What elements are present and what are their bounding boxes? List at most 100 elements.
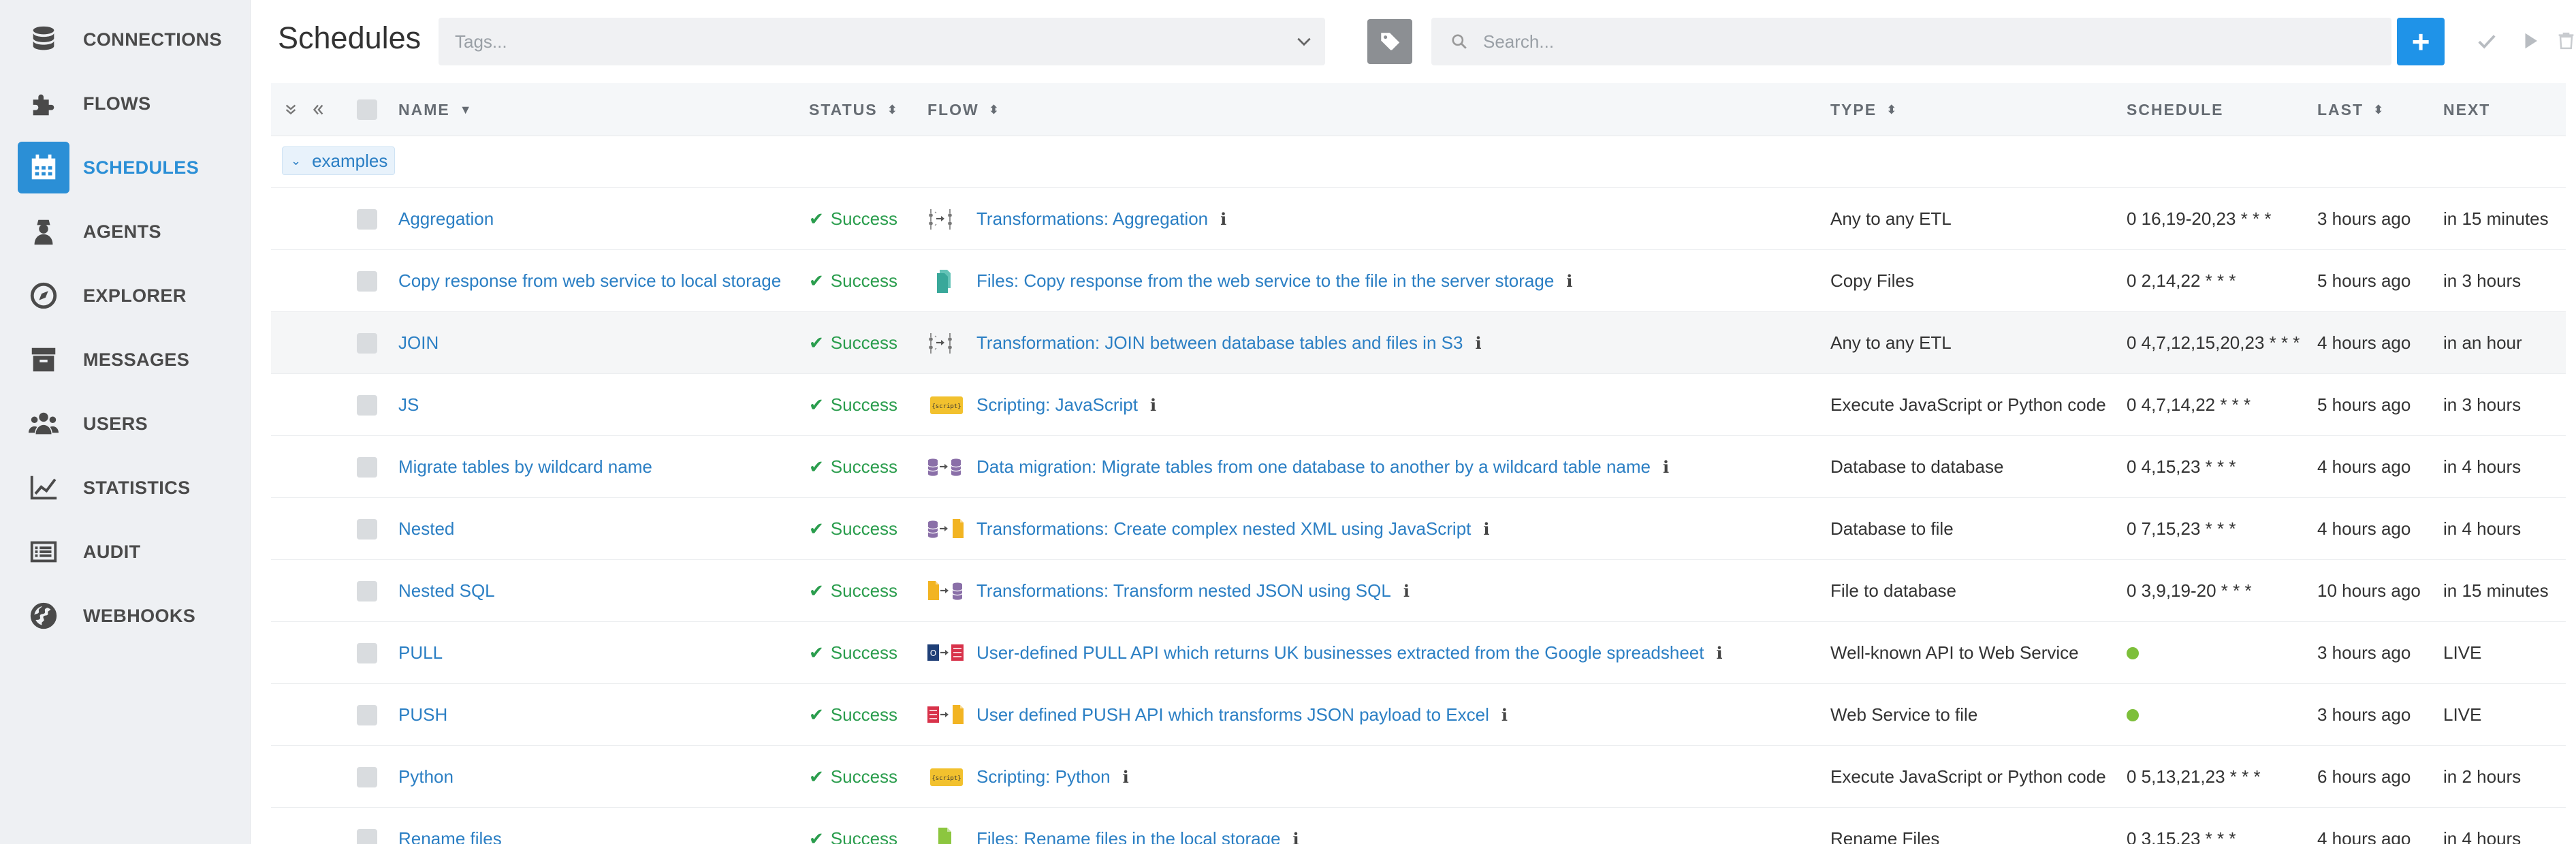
sidebar-item-users[interactable]: USERS	[10, 392, 250, 455]
flow-link[interactable]: User defined PUSH API which transforms J…	[976, 704, 1489, 725]
table-row[interactable]: JOIN ✔ Success Transformation: JOIN betwe…	[271, 312, 2566, 374]
info-icon[interactable]: i	[1501, 705, 1508, 725]
column-schedule[interactable]: SCHEDULE	[2127, 83, 2224, 136]
table-row[interactable]: PULL ✔ Success O User-defined PULL API wh…	[271, 622, 2566, 684]
check-icon[interactable]	[2472, 26, 2502, 56]
table-row[interactable]: Migrate tables by wildcard name ✔ Success…	[271, 436, 2566, 498]
next-run: in 2 hours	[2443, 766, 2522, 787]
schedule-name-link[interactable]: PULL	[398, 622, 443, 684]
last-run: 3 hours ago	[2317, 704, 2411, 725]
table-row[interactable]: Python ✔ Success {script} Scripting: Pyth…	[271, 746, 2566, 808]
last-run: 3 hours ago	[2317, 642, 2411, 663]
row-checkbox[interactable]	[357, 436, 377, 498]
info-icon[interactable]: i	[1123, 767, 1129, 787]
calendar-icon	[18, 142, 69, 193]
flow-link[interactable]: Files: Copy response from the web servic…	[976, 270, 1554, 292]
select-all-checkbox[interactable]	[357, 83, 377, 136]
schedule-name-link[interactable]: JS	[398, 374, 419, 436]
sidebar-item-agents[interactable]: AGENTS	[10, 200, 250, 263]
add-schedule-button[interactable]: +	[2397, 18, 2445, 65]
row-checkbox[interactable]	[357, 746, 377, 808]
schedule-name-link[interactable]: JOIN	[398, 312, 439, 374]
column-last[interactable]: LAST ⬍	[2317, 83, 2383, 136]
schedule-cell: 0 3,9,19-20 * * *	[2127, 560, 2252, 622]
schedule-name-link[interactable]: Aggregation	[398, 188, 494, 250]
flow-link[interactable]: Scripting: JavaScript	[976, 394, 1138, 416]
flow-link[interactable]: Scripting: Python	[976, 766, 1111, 787]
schedule-cell	[2127, 684, 2139, 746]
expand-all-icon[interactable]	[283, 83, 298, 136]
row-checkbox[interactable]	[357, 250, 377, 312]
column-flow[interactable]: FLOW ⬍	[927, 83, 999, 136]
sidebar-item-audit[interactable]: AUDIT	[10, 520, 250, 583]
flow-link[interactable]: Data migration: Migrate tables from one …	[976, 456, 1651, 478]
table-row[interactable]: Aggregation ✔ Success Transformations: Ag…	[271, 188, 2566, 250]
schedule-name-link[interactable]: Rename files	[398, 808, 502, 844]
schedule-name-link[interactable]: Python	[398, 746, 454, 808]
column-name[interactable]: NAME ▼	[398, 83, 472, 136]
flow-link[interactable]: User-defined PULL API which returns UK b…	[976, 642, 1704, 663]
table-row[interactable]: Copy response from web service to local …	[271, 250, 2566, 312]
info-icon[interactable]: i	[1220, 209, 1226, 229]
row-checkbox[interactable]	[357, 622, 377, 684]
sidebar-item-statistics[interactable]: STATISTICS	[10, 456, 250, 519]
table-row[interactable]: PUSH ✔ Success User defined PUSH API whic…	[271, 684, 2566, 746]
schedule-name-link[interactable]: Migrate tables by wildcard name	[398, 436, 652, 498]
schedule-cron: 0 4,7,12,15,20,23 * * *	[2127, 332, 2300, 353]
sidebar-item-flows[interactable]: FLOWS	[10, 72, 250, 135]
info-icon[interactable]: i	[1483, 519, 1489, 539]
column-next[interactable]: NEXT	[2443, 83, 2490, 136]
row-checkbox[interactable]	[357, 560, 377, 622]
row-checkbox[interactable]	[357, 808, 377, 844]
sidebar-item-connections[interactable]: CONNECTIONS	[10, 8, 250, 71]
search-input[interactable]: Search...	[1431, 18, 2391, 65]
schedule-name-link[interactable]: Nested	[398, 498, 454, 560]
row-checkbox[interactable]	[357, 374, 377, 436]
play-icon[interactable]	[2515, 26, 2545, 56]
info-icon[interactable]: i	[1293, 829, 1299, 844]
info-icon[interactable]: i	[1150, 395, 1156, 415]
info-icon[interactable]: i	[1475, 333, 1481, 353]
flow-link[interactable]: Files: Rename files in the local storage	[976, 828, 1281, 844]
collapse-all-icon[interactable]	[311, 83, 325, 136]
sidebar-item-messages[interactable]: MESSAGES	[10, 328, 250, 391]
tags-select[interactable]: Tags...	[439, 18, 1325, 65]
row-checkbox[interactable]	[357, 312, 377, 374]
flow-link[interactable]: Transformations: Create complex nested X…	[976, 518, 1471, 540]
sidebar-item-webhooks[interactable]: WEBHOOKS	[10, 584, 250, 647]
trash-icon[interactable]	[2556, 26, 2576, 56]
schedule-name-link[interactable]: Copy response from web service to local …	[398, 250, 781, 312]
info-icon[interactable]: i	[1716, 643, 1722, 663]
group-toggle[interactable]: ⌄ examples	[282, 146, 396, 175]
svg-text:{script}: {script}	[932, 403, 961, 410]
column-name-label: NAME	[398, 100, 450, 119]
column-status[interactable]: STATUS ⬍	[809, 83, 897, 136]
tags-button[interactable]	[1367, 19, 1412, 64]
row-checkbox[interactable]	[357, 684, 377, 746]
info-icon[interactable]: i	[1663, 457, 1669, 477]
table-row[interactable]: JS ✔ Success {script} Scripting: JavaScri…	[271, 374, 2566, 436]
schedule-cell: 0 4,7,14,22 * * *	[2127, 374, 2251, 436]
column-type[interactable]: TYPE ⬍	[1830, 83, 1896, 136]
sidebar-item-explorer[interactable]: EXPLORER	[10, 264, 250, 327]
last-run: 3 hours ago	[2317, 208, 2411, 229]
row-checkbox[interactable]	[357, 188, 377, 250]
info-icon[interactable]: i	[1566, 271, 1572, 291]
flow-link[interactable]: Transformations: Aggregation	[976, 208, 1208, 230]
last-run: 4 hours ago	[2317, 828, 2411, 844]
row-checkbox[interactable]	[357, 498, 377, 560]
group-label: examples	[312, 150, 388, 171]
table-row[interactable]: Rename files ✔ Success Files: Rename file…	[271, 808, 2566, 844]
schedule-name-link[interactable]: Nested SQL	[398, 560, 495, 622]
live-indicator-icon	[2127, 646, 2139, 659]
schedule-name-link[interactable]: PUSH	[398, 684, 447, 746]
info-icon[interactable]: i	[1403, 581, 1410, 601]
flow-link[interactable]: Transformations: Transform nested JSON u…	[976, 580, 1391, 601]
flow-link[interactable]: Transformation: JOIN between database ta…	[976, 332, 1463, 354]
sidebar-item-label: CONNECTIONS	[83, 29, 222, 50]
table-row[interactable]: Nested SQL ✔ Success Transformations: Tra…	[271, 560, 2566, 622]
table-row[interactable]: Nested ✔ Success Transformations: Create …	[271, 498, 2566, 560]
sidebar-item-schedules[interactable]: SCHEDULES	[10, 136, 250, 199]
copy-files-icon	[927, 250, 966, 312]
status-badge: ✔ Success	[809, 622, 897, 684]
